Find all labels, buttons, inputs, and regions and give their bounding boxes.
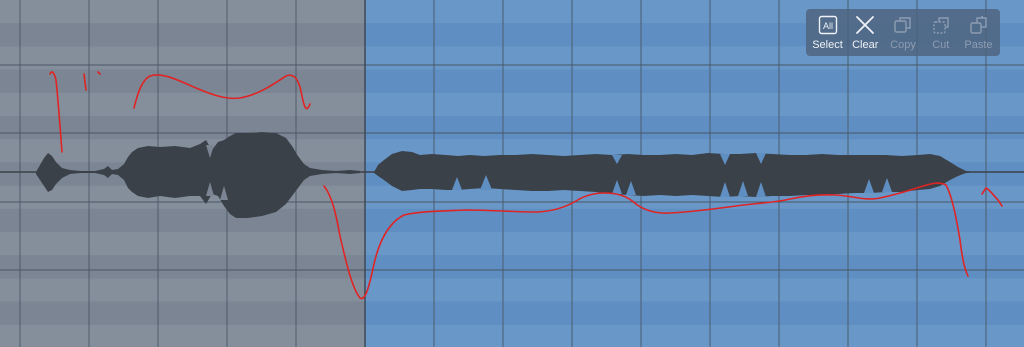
paste-icon xyxy=(969,16,987,34)
copy-button[interactable]: Copy xyxy=(885,9,922,56)
piano-roll-row xyxy=(365,278,1024,302)
piano-roll-row xyxy=(365,232,1024,256)
piano-roll-row xyxy=(365,324,1024,347)
paste-button[interactable]: Paste xyxy=(960,9,997,56)
piano-roll-row xyxy=(0,46,365,70)
select-all-label: Select xyxy=(812,39,843,51)
pitch-editor[interactable]: All Select Clear Copy Cut Paste xyxy=(0,0,1024,347)
select-all-icon-text: All xyxy=(822,21,832,31)
edit-toolbar: All Select Clear Copy Cut Paste xyxy=(806,9,1000,56)
copy-label: Copy xyxy=(890,39,916,51)
piano-roll-row xyxy=(0,278,365,302)
cut-button[interactable]: Cut xyxy=(922,9,959,56)
clear-label: Clear xyxy=(852,39,879,51)
select-all-icon: All xyxy=(818,15,837,35)
clear-button[interactable]: Clear xyxy=(847,9,884,56)
piano-roll-row xyxy=(0,0,365,24)
cut-label: Cut xyxy=(932,39,950,51)
select-all-button[interactable]: All Select xyxy=(809,9,846,56)
paste-label: Paste xyxy=(964,39,993,51)
cut-icon xyxy=(933,17,949,34)
copy-icon xyxy=(894,17,911,33)
piano-roll-row xyxy=(365,92,1024,116)
piano-roll-row xyxy=(0,232,365,256)
piano-roll-row xyxy=(0,324,365,347)
close-icon xyxy=(856,16,875,34)
